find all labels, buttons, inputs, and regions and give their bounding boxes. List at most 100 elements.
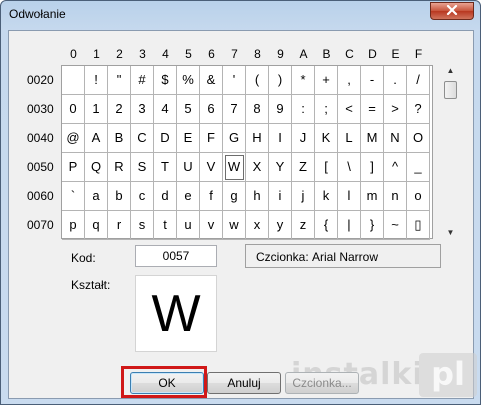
char-cell[interactable]: 2 <box>108 95 131 124</box>
char-cell[interactable]: + <box>315 66 338 95</box>
char-cell[interactable]: 8 <box>246 95 269 124</box>
char-cell[interactable]: ! <box>85 66 108 95</box>
char-cell[interactable]: * <box>292 66 315 95</box>
char-cell[interactable]: B <box>108 124 131 153</box>
char-cell[interactable]: t <box>154 211 177 240</box>
char-cell[interactable]: i <box>269 182 292 211</box>
char-cell[interactable]: ` <box>62 182 85 211</box>
char-cell[interactable]: y <box>269 211 292 240</box>
char-cell[interactable]: g <box>223 182 246 211</box>
grid-scrollbar[interactable]: ▲ ▼ <box>442 65 459 239</box>
char-cell[interactable]: # <box>131 66 154 95</box>
char-cell[interactable]: q <box>85 211 108 240</box>
code-field[interactable]: 0057 <box>135 245 217 267</box>
char-cell[interactable]: T <box>154 153 177 182</box>
char-cell[interactable]: d <box>154 182 177 211</box>
char-cell[interactable]: K <box>315 124 338 153</box>
char-cell[interactable]: z <box>292 211 315 240</box>
char-cell[interactable]: E <box>177 124 200 153</box>
char-cell[interactable]: u <box>177 211 200 240</box>
char-cell[interactable]: & <box>200 66 223 95</box>
scroll-up-icon[interactable]: ▲ <box>442 65 459 77</box>
char-cell[interactable]: < <box>338 95 361 124</box>
scroll-down-icon[interactable]: ▼ <box>442 227 459 239</box>
char-cell[interactable] <box>62 66 85 95</box>
char-cell[interactable]: ; <box>315 95 338 124</box>
char-cell[interactable]: a <box>85 182 108 211</box>
char-cell[interactable]: [ <box>315 153 338 182</box>
char-cell[interactable]: x <box>246 211 269 240</box>
char-cell[interactable]: M <box>361 124 384 153</box>
char-cell[interactable]: P <box>62 153 85 182</box>
char-cell[interactable]: V <box>200 153 223 182</box>
char-cell[interactable]: 5 <box>177 95 200 124</box>
char-cell[interactable]: p <box>62 211 85 240</box>
char-cell[interactable]: J <box>292 124 315 153</box>
char-cell[interactable]: % <box>177 66 200 95</box>
char-cell[interactable]: m <box>361 182 384 211</box>
char-cell[interactable]: C <box>131 124 154 153</box>
char-cell[interactable]: Y <box>269 153 292 182</box>
char-cell[interactable]: / <box>407 66 430 95</box>
char-cell[interactable]: ~ <box>384 211 407 240</box>
char-cell[interactable]: j <box>292 182 315 211</box>
char-cell[interactable]: v <box>200 211 223 240</box>
char-cell[interactable]: ▯ <box>407 211 430 240</box>
char-cell[interactable]: I <box>269 124 292 153</box>
char-cell[interactable]: 6 <box>200 95 223 124</box>
char-cell[interactable]: o <box>407 182 430 211</box>
char-cell[interactable]: W <box>223 153 246 182</box>
char-cell[interactable]: = <box>361 95 384 124</box>
char-cell[interactable]: 3 <box>131 95 154 124</box>
char-cell[interactable]: 9 <box>269 95 292 124</box>
char-cell[interactable]: D <box>154 124 177 153</box>
char-cell[interactable]: S <box>131 153 154 182</box>
font-button[interactable]: Czcionka... <box>285 372 359 394</box>
char-cell[interactable]: R <box>108 153 131 182</box>
char-cell[interactable]: H <box>246 124 269 153</box>
char-cell[interactable]: A <box>85 124 108 153</box>
char-cell[interactable]: U <box>177 153 200 182</box>
char-cell[interactable]: ) <box>269 66 292 95</box>
char-cell[interactable]: L <box>338 124 361 153</box>
char-cell[interactable]: e <box>177 182 200 211</box>
char-cell[interactable]: " <box>108 66 131 95</box>
char-cell[interactable]: r <box>108 211 131 240</box>
char-cell[interactable]: @ <box>62 124 85 153</box>
char-cell[interactable]: : <box>292 95 315 124</box>
char-cell[interactable]: . <box>384 66 407 95</box>
char-cell[interactable]: ? <box>407 95 430 124</box>
char-cell[interactable]: F <box>200 124 223 153</box>
char-cell[interactable]: { <box>315 211 338 240</box>
character-grid[interactable]: ! " # $% & '() * +, -./ 0 1 2 3 4 5 6 7 8 9:; < = >? @ A B C D E F G H… <box>61 65 433 240</box>
char-cell[interactable]: Q <box>85 153 108 182</box>
char-cell[interactable]: | <box>338 211 361 240</box>
char-cell[interactable]: ( <box>246 66 269 95</box>
char-cell[interactable]: 4 <box>154 95 177 124</box>
char-cell[interactable]: w <box>223 211 246 240</box>
char-cell[interactable]: ^ <box>384 153 407 182</box>
char-cell[interactable]: > <box>384 95 407 124</box>
title-bar[interactable]: Odwołanie <box>1 1 480 29</box>
char-cell[interactable]: c <box>131 182 154 211</box>
char-cell[interactable]: } <box>361 211 384 240</box>
char-cell[interactable]: X <box>246 153 269 182</box>
char-cell[interactable]: N <box>384 124 407 153</box>
char-cell[interactable]: \ <box>338 153 361 182</box>
char-cell[interactable]: ] <box>361 153 384 182</box>
char-cell[interactable]: n <box>384 182 407 211</box>
char-cell[interactable]: _ <box>407 153 430 182</box>
char-cell[interactable]: f <box>200 182 223 211</box>
char-cell[interactable]: ' <box>223 66 246 95</box>
close-button[interactable] <box>430 2 474 20</box>
char-cell[interactable]: G <box>223 124 246 153</box>
char-cell[interactable]: k <box>315 182 338 211</box>
char-cell[interactable]: b <box>108 182 131 211</box>
char-cell[interactable]: 1 <box>85 95 108 124</box>
char-cell[interactable]: $ <box>154 66 177 95</box>
char-cell[interactable]: 7 <box>223 95 246 124</box>
scroll-thumb[interactable] <box>444 81 457 99</box>
char-cell[interactable]: h <box>246 182 269 211</box>
char-cell[interactable]: s <box>131 211 154 240</box>
char-cell[interactable]: , <box>338 66 361 95</box>
